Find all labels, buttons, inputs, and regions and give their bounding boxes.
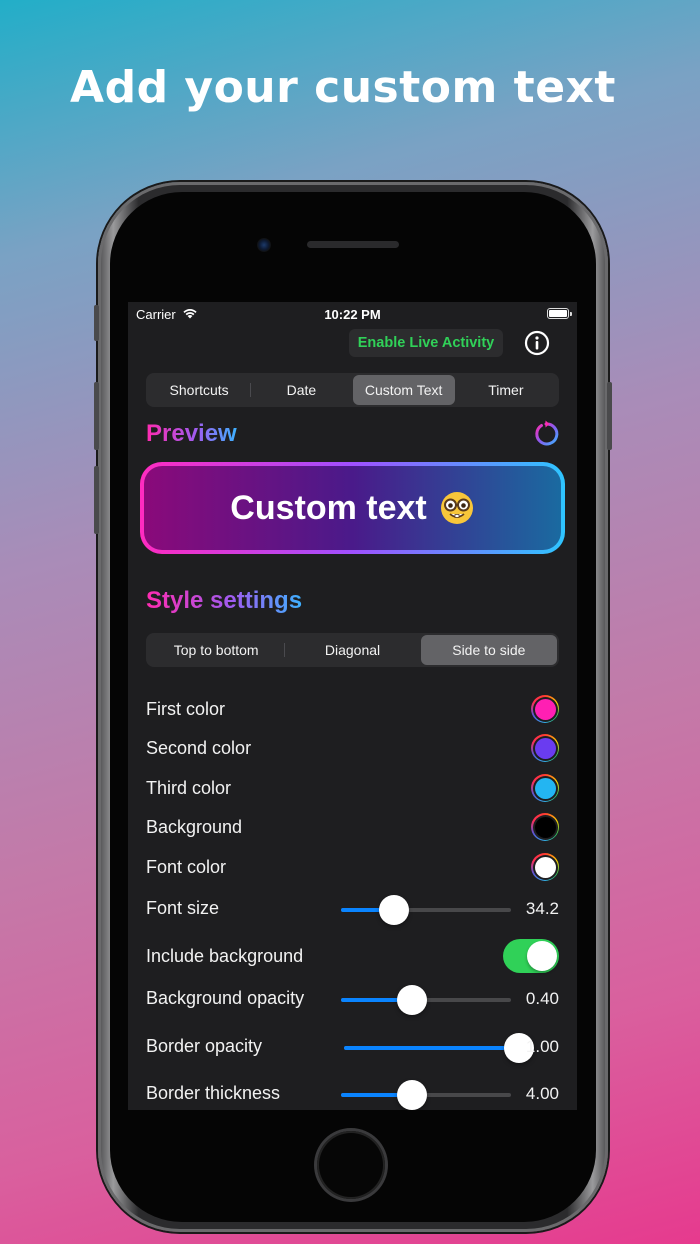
third-color-swatch — [534, 777, 556, 799]
border-opacity-value: 1.00 — [525, 1037, 559, 1056]
style-settings-title: Style settings — [146, 587, 303, 614]
preview-card: Custom text — [140, 462, 565, 554]
third-color-label: Third color — [146, 778, 232, 798]
direction-top-to-bottom[interactable]: Top to bottom — [148, 635, 284, 665]
preview-text: Custom text — [230, 488, 427, 527]
border-opacity-slider[interactable] — [344, 1033, 534, 1063]
headline: Add your custom text — [70, 62, 616, 113]
border-thickness-slider-thumb[interactable] — [397, 1080, 428, 1110]
background-opacity-value: 0.40 — [525, 989, 559, 1008]
mute-switch — [94, 305, 99, 341]
volume-down-button — [94, 466, 99, 534]
front-camera — [257, 238, 271, 252]
first-color-row: First color — [146, 694, 559, 724]
border-opacity-label: Border opacity — [146, 1036, 263, 1056]
second-color-label: Second color — [146, 738, 252, 758]
third-color-picker[interactable] — [531, 774, 559, 802]
font-size-slider-thumb[interactable] — [378, 895, 409, 925]
reset-icon[interactable] — [532, 420, 560, 448]
tab-date[interactable]: Date — [250, 375, 352, 405]
wifi-icon — [183, 309, 197, 319]
include-background-label: Include background — [146, 946, 304, 966]
background-opacity-label: Background opacity — [146, 988, 305, 1008]
font-color-picker[interactable] — [531, 853, 559, 881]
second-color-picker[interactable] — [531, 734, 559, 762]
first-color-picker[interactable] — [531, 695, 559, 723]
include-background-toggle[interactable] — [503, 939, 559, 973]
gradient-direction-picker: Top to bottom Diagonal Side to side — [146, 633, 559, 667]
include-background-toggle-knob — [527, 941, 557, 971]
border-opacity-row: Border opacity 1.00 — [146, 1031, 559, 1063]
font-color-swatch — [534, 856, 556, 878]
include-background-row: Include background — [146, 939, 559, 973]
first-color-label: First color — [146, 699, 226, 719]
border-thickness-label: Border thickness — [146, 1083, 281, 1103]
third-color-row: Third color — [146, 773, 559, 803]
second-color-row: Second color — [146, 733, 559, 763]
border-thickness-row: Border thickness 4.00 — [146, 1078, 559, 1110]
volume-up-button — [94, 382, 99, 450]
direction-side-to-side[interactable]: Side to side — [420, 635, 557, 665]
font-color-label: Font color — [146, 857, 227, 877]
font-size-slider[interactable] — [341, 895, 511, 925]
font-size-row: Font size 34.2 — [146, 893, 559, 925]
tab-shortcuts[interactable]: Shortcuts — [148, 375, 250, 405]
font-size-value: 34.2 — [525, 899, 559, 918]
direction-diagonal[interactable]: Diagonal — [284, 635, 420, 665]
info-icon[interactable] — [524, 330, 550, 356]
status-bar: Carrier 10:22 PM — [128, 302, 577, 326]
carrier-label: Carrier — [136, 307, 176, 322]
tab-timer[interactable]: Timer — [455, 375, 557, 405]
tab-custom-text[interactable]: Custom Text — [352, 375, 455, 405]
nerd-face-icon — [440, 492, 473, 524]
battery-icon — [547, 308, 572, 319]
background-color-row: Background — [146, 812, 559, 842]
border-opacity-slider-fill — [344, 1046, 519, 1050]
app-screen: Carrier 10:22 PM Enable Live Activity Sh… — [128, 302, 577, 1110]
font-color-row: Font color — [146, 852, 559, 882]
power-button — [607, 382, 612, 450]
background-opacity-row: Background opacity 0.40 — [146, 983, 559, 1015]
first-color-swatch — [534, 698, 556, 720]
home-button[interactable] — [317, 1131, 385, 1199]
font-size-label: Font size — [146, 898, 220, 918]
background-opacity-slider[interactable] — [341, 985, 511, 1015]
border-thickness-value: 4.00 — [525, 1084, 559, 1103]
background-color-picker[interactable] — [531, 813, 559, 841]
background-color-label: Background — [146, 817, 243, 837]
mode-tabs: Shortcuts Date Custom Text Timer — [146, 373, 559, 407]
border-thickness-slider[interactable] — [341, 1080, 511, 1110]
background-opacity-slider-thumb[interactable] — [397, 985, 428, 1015]
enable-live-activity-button[interactable]: Enable Live Activity — [349, 329, 503, 357]
second-color-swatch — [534, 737, 556, 759]
earpiece-speaker — [307, 241, 399, 248]
preview-title: Preview — [146, 420, 237, 447]
background-color-swatch — [534, 816, 556, 838]
